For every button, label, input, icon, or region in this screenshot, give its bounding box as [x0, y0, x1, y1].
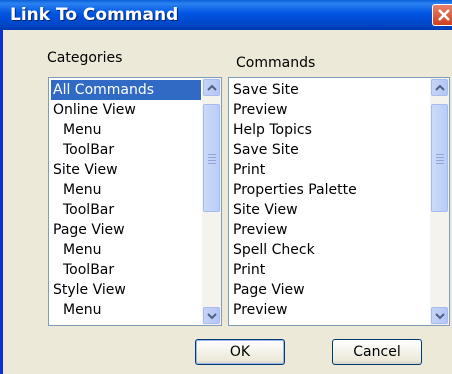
- title-bar[interactable]: Link To Command: [0, 0, 452, 30]
- chevron-up-icon: [207, 84, 217, 91]
- list-item[interactable]: Menu: [51, 180, 201, 200]
- categories-listbox[interactable]: All Commands Online View Menu ToolBar Site V…: [48, 77, 222, 326]
- grip-icon: [208, 154, 216, 166]
- close-icon: [438, 9, 450, 21]
- list-item[interactable]: ToolBar: [51, 140, 201, 160]
- commands-scroll-thumb[interactable]: [431, 104, 448, 212]
- categories-scroll-up-button[interactable]: [203, 79, 220, 96]
- list-item[interactable]: ToolBar: [51, 260, 201, 280]
- list-item[interactable]: Page View: [51, 220, 201, 240]
- list-item[interactable]: Menu: [51, 300, 201, 320]
- categories-scrollbar[interactable]: [202, 78, 221, 325]
- cancel-button[interactable]: Cancel: [332, 339, 422, 365]
- categories-scroll-thumb[interactable]: [203, 104, 220, 212]
- list-item[interactable]: Page View: [231, 280, 429, 300]
- list-item[interactable]: Help Topics: [231, 120, 429, 140]
- ok-button[interactable]: OK: [195, 339, 285, 365]
- list-item[interactable]: Properties Palette: [231, 180, 429, 200]
- list-item[interactable]: Preview: [231, 220, 429, 240]
- list-item[interactable]: Print: [231, 260, 429, 280]
- commands-list: Save Site Preview Help Topics Save Site Prin…: [231, 80, 429, 320]
- list-item[interactable]: Spell Check: [231, 240, 429, 260]
- list-item[interactable]: Site View: [51, 160, 201, 180]
- dialog-window: Link To Command Categories Commands All …: [0, 0, 452, 374]
- commands-scroll-down-button[interactable]: [431, 307, 448, 324]
- chevron-down-icon: [435, 313, 445, 320]
- chevron-up-icon: [435, 84, 445, 91]
- list-item[interactable]: Style View: [51, 280, 201, 300]
- window-title: Link To Command: [10, 5, 179, 25]
- list-item[interactable]: Site View: [231, 200, 429, 220]
- commands-listbox[interactable]: Save Site Preview Help Topics Save Site Prin…: [228, 77, 450, 326]
- list-item[interactable]: Print: [231, 160, 429, 180]
- list-item[interactable]: All Commands: [51, 80, 201, 100]
- list-item[interactable]: Menu: [51, 120, 201, 140]
- list-item[interactable]: Preview: [231, 300, 429, 320]
- commands-label: Commands: [236, 55, 316, 71]
- categories-label: Categories: [47, 50, 123, 66]
- list-item[interactable]: Preview: [231, 100, 429, 120]
- chevron-down-icon: [207, 313, 217, 320]
- list-item[interactable]: Menu: [51, 240, 201, 260]
- list-item[interactable]: Save Site: [231, 80, 429, 100]
- grip-icon: [436, 154, 444, 166]
- list-item[interactable]: ToolBar: [51, 200, 201, 220]
- list-item[interactable]: Save Site: [231, 140, 429, 160]
- commands-scrollbar[interactable]: [430, 78, 449, 325]
- categories-list: All Commands Online View Menu ToolBar Site V…: [51, 80, 201, 320]
- commands-scroll-up-button[interactable]: [431, 79, 448, 96]
- list-item[interactable]: Online View: [51, 100, 201, 120]
- close-button[interactable]: [432, 4, 452, 26]
- categories-scroll-down-button[interactable]: [203, 307, 220, 324]
